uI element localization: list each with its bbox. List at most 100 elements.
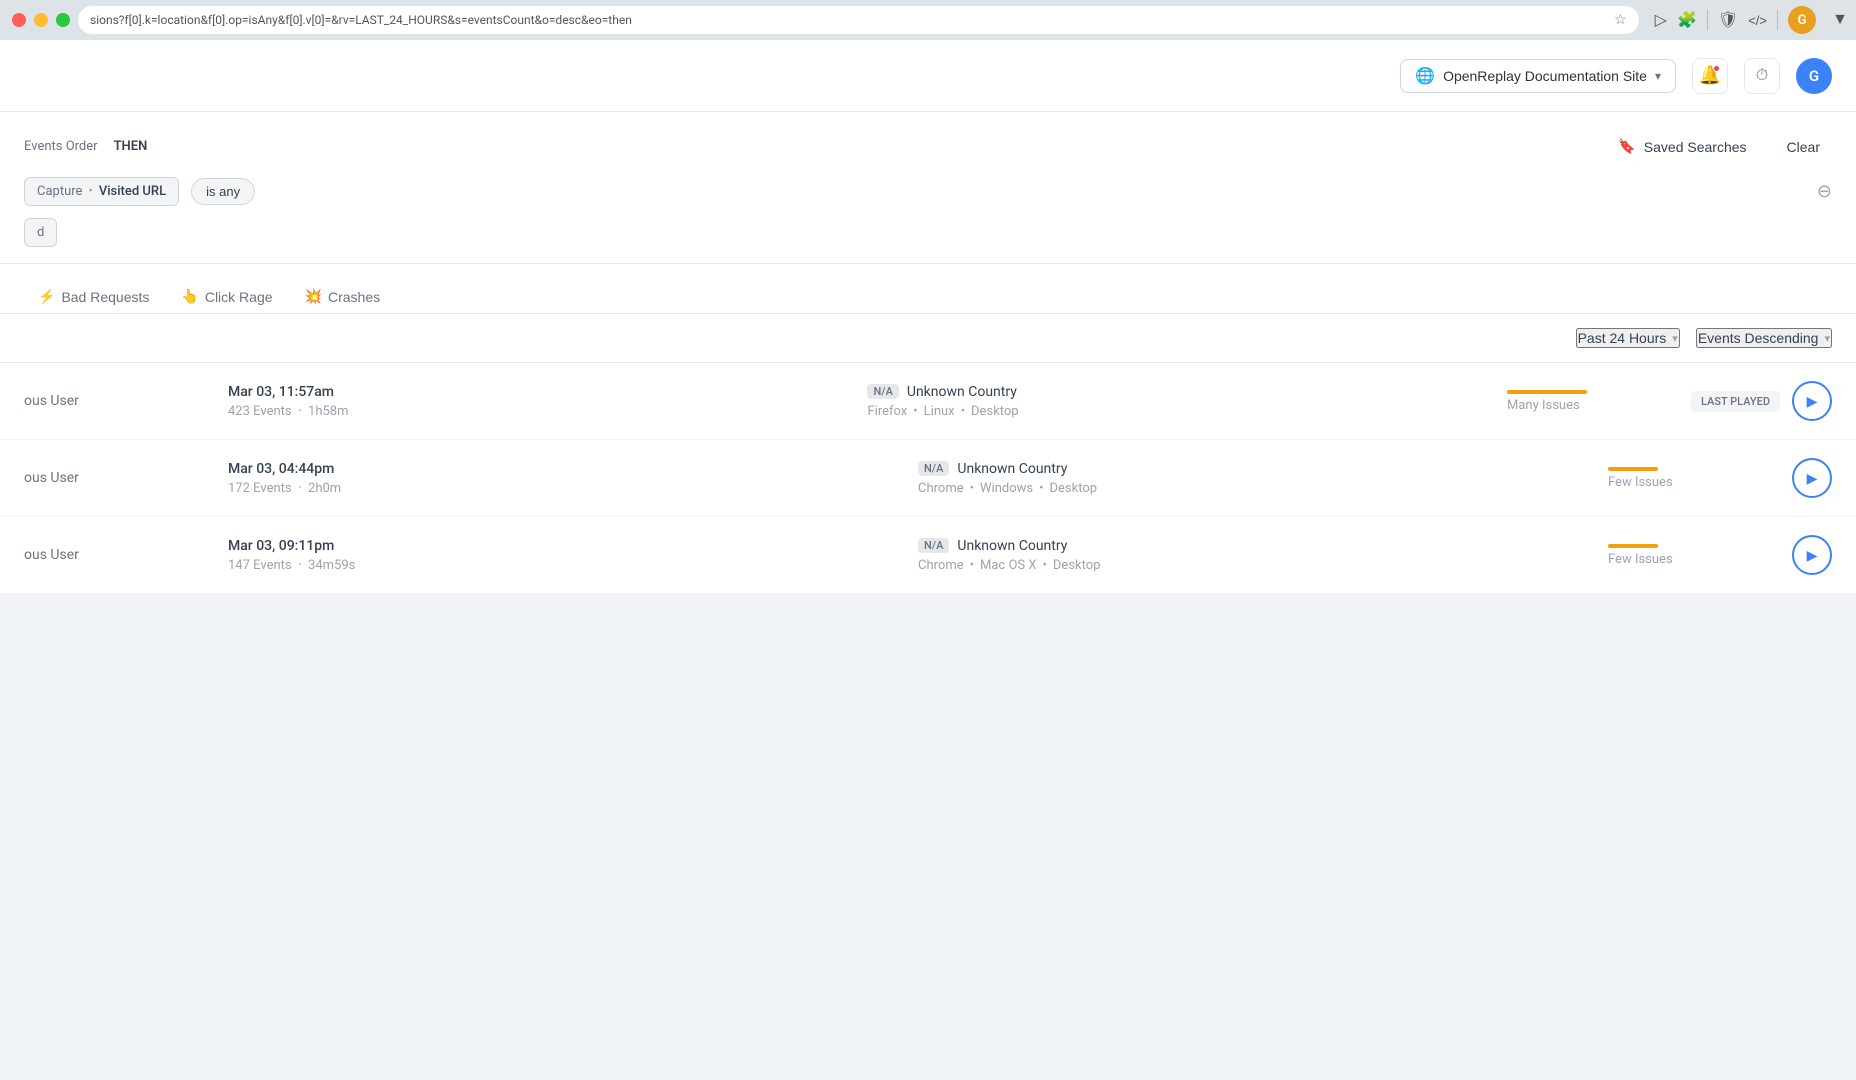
device-1: Desktop: [971, 404, 1019, 419]
events-count-3: 147 Events: [228, 558, 292, 573]
tab-crashes[interactable]: 💥 Crashes: [291, 280, 395, 313]
time-selector-btn[interactable]: Past 24 Hours ▾: [1576, 328, 1680, 348]
session-meta-3: Mar 03, 09:11pm 147 Events • 34m59s: [228, 538, 894, 573]
duration-1: 1h58m: [308, 404, 348, 419]
user-avatar[interactable]: G: [1796, 58, 1832, 94]
session-user-3: ous User: [24, 547, 204, 563]
session-user-1: ous User: [24, 393, 204, 409]
site-selector[interactable]: 🌐 OpenReplay Documentation Site ▾: [1400, 59, 1676, 93]
sort-label: Events Descending: [1698, 330, 1819, 346]
sort-selector-btn[interactable]: Events Descending ▾: [1696, 328, 1832, 348]
device-2: Desktop: [1050, 481, 1098, 496]
play-btn-1[interactable]: ▶: [1792, 381, 1832, 421]
browser-2: Chrome: [918, 481, 964, 496]
country-name-2: Unknown Country: [957, 461, 1067, 477]
toolbar-divider: [1707, 10, 1708, 30]
session-list: ous User Mar 03, 11:57am 423 Events • 1h…: [0, 363, 1856, 594]
filter-section: Events Order THEN 🔖 Saved Searches Clear…: [0, 112, 1856, 264]
session-issues-2: Few Issues: [1608, 467, 1768, 490]
os-3: Mac OS X: [980, 558, 1037, 573]
user-label: ous User: [24, 393, 79, 409]
notification-btn[interactable]: 🔔: [1692, 58, 1728, 94]
os-sep-1: •: [961, 404, 965, 419]
browser-maximize-btn[interactable]: [56, 13, 70, 27]
session-stats-1: 423 Events • 1h58m: [228, 404, 843, 419]
shield-icon[interactable]: 🛡: [1718, 10, 1738, 30]
extend-btn[interactable]: ▼: [1824, 0, 1856, 40]
browser-info-1: Firefox • Linux • Desktop: [867, 404, 1482, 419]
time-label: Past 24 Hours: [1578, 330, 1667, 346]
issue-bar-1: [1507, 390, 1587, 394]
session-time-1: Mar 03, 11:57am: [228, 384, 843, 400]
globe-icon: 🌐: [1415, 66, 1435, 86]
bookmark-icon: 🔖: [1618, 138, 1635, 155]
click-rage-icon: 👆: [181, 288, 198, 305]
user-label-3: ous User: [24, 547, 79, 563]
browser-sep-2: •: [970, 481, 974, 496]
extensions-icon[interactable]: 🧩: [1677, 10, 1697, 30]
play-btn-3[interactable]: ▶: [1792, 535, 1832, 575]
filter-top-row: Events Order THEN 🔖 Saved Searches Clear: [24, 132, 1832, 161]
stats-separator-3: •: [298, 558, 302, 573]
country-row-3: N/A Unknown Country: [918, 538, 1584, 554]
country-name-1: Unknown Country: [907, 384, 1017, 400]
url-bar[interactable]: sions?f[0].k=location&f[0].op=isAny&f[0]…: [78, 6, 1639, 34]
visited-url-label: Visited URL: [99, 184, 166, 199]
chevron-down-icon: ▾: [1655, 69, 1661, 83]
session-meta-1: Mar 03, 11:57am 423 Events • 1h58m: [228, 384, 843, 419]
tab-crashes-label: Crashes: [328, 289, 380, 305]
play-icon-1: ▶: [1807, 393, 1818, 410]
browser-close-btn[interactable]: [12, 13, 26, 27]
remove-filter-btn[interactable]: ⊖: [1817, 181, 1832, 202]
url-text: sions?f[0].k=location&f[0].op=isAny&f[0]…: [90, 13, 1606, 27]
browser-sep-1: •: [913, 404, 917, 419]
os-2: Windows: [980, 481, 1033, 496]
session-issues-3: Few Issues: [1608, 544, 1768, 567]
events-count-2: 172 Events: [228, 481, 292, 496]
toolbar-divider-2: [1777, 10, 1778, 30]
session-actions-1: LAST PLAYED ▶: [1691, 381, 1832, 421]
session-actions-3: ▶: [1792, 535, 1832, 575]
table-row[interactable]: ous User Mar 03, 09:11pm 147 Events • 34…: [0, 517, 1856, 594]
session-actions-2: ▶: [1792, 458, 1832, 498]
browser-minimize-btn[interactable]: [34, 13, 48, 27]
clear-btn[interactable]: Clear: [1775, 133, 1832, 161]
country-badge-3: N/A: [918, 538, 949, 553]
saved-searches-btn[interactable]: 🔖 Saved Searches: [1606, 132, 1758, 161]
session-location-1: N/A Unknown Country Firefox • Linux • De…: [867, 384, 1482, 419]
history-btn[interactable]: ⏱: [1744, 58, 1780, 94]
country-name-3: Unknown Country: [957, 538, 1067, 554]
bookmark-icon[interactable]: ☆: [1614, 12, 1627, 28]
table-row[interactable]: ous User Mar 03, 11:57am 423 Events • 1h…: [0, 363, 1856, 440]
filter-capture-tag: Capture • Visited URL: [24, 177, 179, 206]
minus-circle-icon: ⊖: [1817, 181, 1832, 202]
os-sep-3: •: [1043, 558, 1047, 573]
browser-1: Firefox: [867, 404, 907, 419]
session-user-2: ous User: [24, 470, 204, 486]
duration-2: 2h0m: [308, 481, 341, 496]
notification-dot: [1713, 65, 1720, 72]
issue-label-2: Few Issues: [1608, 475, 1768, 490]
session-issues-1: Many Issues: [1507, 390, 1667, 413]
issue-label-1: Many Issues: [1507, 398, 1667, 413]
filter-condition-btn[interactable]: is any: [191, 178, 255, 205]
table-row[interactable]: ous User Mar 03, 04:44pm 172 Events • 2h…: [0, 440, 1856, 517]
issue-bar-3: [1608, 544, 1658, 548]
device-3: Desktop: [1053, 558, 1101, 573]
country-badge-2: N/A: [918, 461, 949, 476]
bad-requests-icon: ⚡: [38, 288, 55, 305]
session-stats-3: 147 Events • 34m59s: [228, 558, 894, 573]
browser-info-2: Chrome • Windows • Desktop: [918, 481, 1584, 496]
session-location-3: N/A Unknown Country Chrome • Mac OS X • …: [918, 538, 1584, 573]
play-btn-2[interactable]: ▶: [1792, 458, 1832, 498]
saved-searches-label: Saved Searches: [1644, 139, 1747, 155]
play-video-icon[interactable]: ▷: [1655, 10, 1667, 30]
issue-bar-2: [1608, 467, 1658, 471]
tab-bad-requests[interactable]: ⚡ Bad Requests: [24, 280, 163, 313]
browser-3: Chrome: [918, 558, 964, 573]
devtools-icon[interactable]: </>: [1748, 13, 1767, 28]
filter-tabs: ⚡ Bad Requests 👆 Click Rage 💥 Crashes: [0, 264, 1856, 314]
last-played-badge-1: LAST PLAYED: [1691, 391, 1780, 412]
browser-profile[interactable]: G: [1788, 6, 1816, 34]
tab-click-rage[interactable]: 👆 Click Rage: [167, 280, 286, 313]
